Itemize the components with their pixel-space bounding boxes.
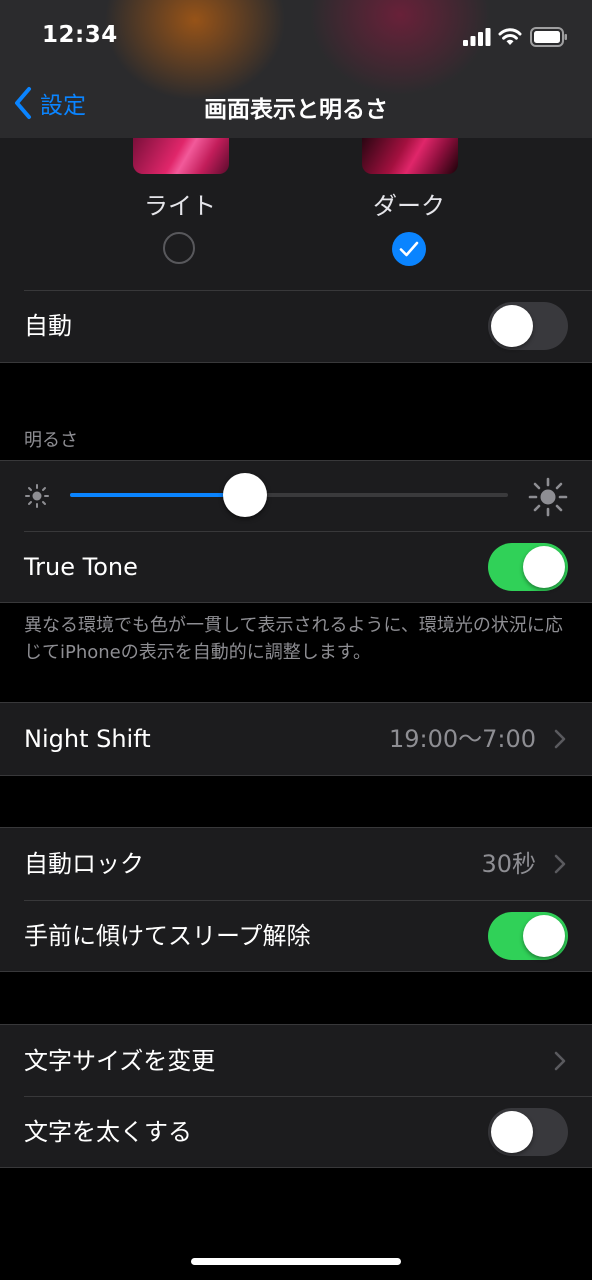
raise-to-wake-label: 手前に傾けてスリープ解除 bbox=[24, 922, 311, 950]
chevron-right-icon bbox=[554, 854, 566, 874]
cellular-signal-icon bbox=[463, 28, 491, 46]
text-size-label: 文字サイズを変更 bbox=[24, 1047, 216, 1075]
true-tone-toggle[interactable] bbox=[488, 543, 568, 591]
checkmark-icon bbox=[399, 241, 419, 257]
brightness-section-header: 明るさ bbox=[24, 430, 78, 451]
raise-to-wake-toggle[interactable] bbox=[488, 912, 568, 960]
night-shift-value: 19:00〜7:00 bbox=[388, 725, 536, 753]
dark-mode-radio[interactable] bbox=[392, 232, 426, 266]
chevron-right-icon bbox=[554, 729, 566, 749]
night-shift-label: Night Shift bbox=[24, 725, 151, 753]
navigation-header: 12:34 設定 画面表示と明るさ bbox=[0, 0, 592, 138]
brightness-high-icon bbox=[528, 477, 568, 517]
dark-mode-preview[interactable] bbox=[362, 138, 458, 174]
page-title: 画面表示と明るさ bbox=[204, 97, 388, 123]
dark-mode-label: ダーク bbox=[373, 192, 445, 220]
brightness-slider-knob[interactable] bbox=[223, 473, 268, 517]
auto-lock-label: 自動ロック bbox=[24, 850, 144, 878]
raise-to-wake-row: 手前に傾けてスリープ解除 bbox=[0, 900, 592, 972]
auto-lock-value: 30秒 bbox=[481, 850, 536, 878]
brightness-slider-fill bbox=[70, 493, 246, 497]
text-size-row[interactable]: 文字サイズを変更 bbox=[0, 1025, 592, 1097]
home-indicator[interactable] bbox=[191, 1258, 401, 1265]
true-tone-footnote: 異なる環境でも色が一貫して表示されるように、環境光の状況に応じてiPhoneの表… bbox=[24, 615, 563, 663]
auto-appearance-label: 自動 bbox=[24, 312, 72, 340]
auto-appearance-toggle[interactable] bbox=[488, 302, 568, 350]
status-time: 12:34 bbox=[42, 22, 118, 48]
brightness-low-icon bbox=[25, 484, 49, 508]
wifi-icon bbox=[498, 28, 522, 45]
chevron-right-icon bbox=[554, 1051, 566, 1071]
light-mode-label: ライト bbox=[144, 192, 216, 220]
true-tone-label: True Tone bbox=[24, 553, 138, 581]
bold-text-toggle[interactable] bbox=[488, 1108, 568, 1156]
light-mode-radio[interactable] bbox=[163, 232, 195, 264]
light-mode-preview[interactable] bbox=[133, 138, 229, 174]
appearance-section bbox=[0, 138, 592, 290]
true-tone-row: True Tone bbox=[0, 531, 592, 603]
auto-lock-row[interactable]: 自動ロック 30秒 bbox=[0, 828, 592, 900]
brightness-slider-track[interactable] bbox=[70, 493, 508, 497]
bold-text-label: 文字を太くする bbox=[24, 1118, 192, 1146]
bold-text-row: 文字を太くする bbox=[0, 1096, 592, 1168]
battery-icon bbox=[530, 27, 567, 47]
night-shift-row[interactable]: Night Shift 19:00〜7:00 bbox=[0, 703, 592, 775]
auto-appearance-row: 自動 bbox=[0, 290, 592, 362]
